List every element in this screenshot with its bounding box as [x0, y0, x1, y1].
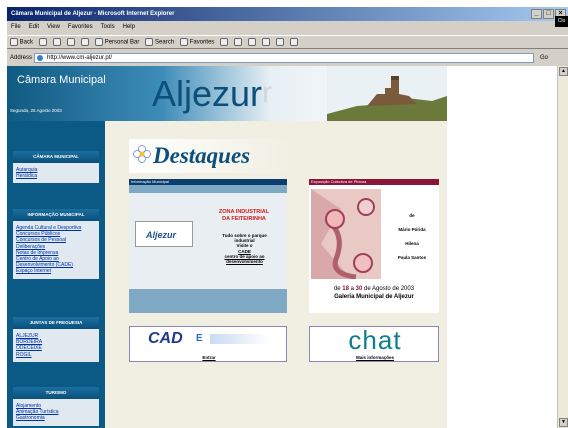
- brand-ghost-text: r: [262, 76, 272, 109]
- tooltip-close-button[interactable]: Clo: [555, 16, 568, 27]
- menu-edit[interactable]: Edit: [29, 22, 39, 33]
- favorites-icon: [180, 38, 189, 46]
- toolbar: Back Personal Bar Search Favorites: [7, 35, 568, 49]
- address-bar: Address http://www.cm-aljezur.pt/ Go: [7, 51, 568, 65]
- sidebar-section-juntas: JUNTAS DE FREGUESIA ALJEZUR BORDEIRA ODE…: [13, 317, 99, 362]
- expo-card-header: Exposição Colectiva de Pintura: [309, 179, 439, 185]
- sidebar-section-informacao: INFORMAÇÃO MUNICIPAL Agenda Cultural e D…: [13, 209, 99, 279]
- cade-logo: CAD: [148, 330, 183, 347]
- entrar-link[interactable]: Entrar: [130, 355, 288, 360]
- destaques-banner: Destaques: [129, 139, 291, 173]
- expo-card[interactable]: Exposição Colectiva de Pintura de Mário …: [309, 179, 439, 313]
- municipality-title: Câmara Municipal: [17, 74, 106, 86]
- history-icon[interactable]: [220, 38, 229, 46]
- window-title: Câmara Municipal de Aljezur - Microsoft …: [11, 11, 175, 17]
- sidebar-section-title: INFORMAÇÃO MUNICIPAL: [13, 209, 99, 221]
- vertical-scrollbar[interactable]: ▲ ▼: [557, 66, 568, 428]
- maximize-button[interactable]: □: [543, 9, 554, 19]
- sidebar-section-title: CÂMARA MUNICIPAL: [13, 151, 99, 163]
- mail-icon[interactable]: [234, 38, 243, 46]
- cade-card[interactable]: CAD E Entrar: [129, 326, 287, 362]
- flower-icon: [133, 145, 151, 163]
- home-icon[interactable]: [81, 38, 90, 46]
- sidebar-section-title: JUNTAS DE FREGUESIA: [13, 317, 99, 329]
- menu-help[interactable]: Help: [123, 22, 135, 33]
- expo-gallery: Galeria Municipal de Aljezur: [334, 294, 414, 300]
- info-card[interactable]: Informação Municipal Aljezur ZONA INDUST…: [129, 179, 287, 313]
- aljezur-logo: Aljezur: [135, 221, 193, 247]
- stop-icon[interactable]: [53, 38, 62, 46]
- mais-informacoes-link[interactable]: Mais informações: [310, 355, 440, 360]
- chat-logo: chat: [348, 325, 402, 355]
- zona-industrial-title: ZONA INDUSTRIAL DA FEITEIRINHA: [218, 209, 270, 222]
- chat-card[interactable]: chat Mais informações: [309, 325, 440, 362]
- menu-tools[interactable]: Tools: [101, 22, 115, 33]
- header-date: Segunda, 25 Agosto 2003: [10, 108, 62, 113]
- address-input[interactable]: http://www.cm-aljezur.pt/: [34, 53, 534, 63]
- back-arrow-icon: [10, 38, 18, 46]
- search-icon: [145, 38, 154, 46]
- sidebar-link-cade[interactable]: Centro de Apoio ao Desenvolvimento (CADE…: [16, 256, 96, 268]
- artist-names: de Mário Pórida Hilena Paula Santos: [397, 213, 427, 260]
- search-button[interactable]: Search: [145, 38, 174, 46]
- page-viewport: Câmara Municipal Segunda, 25 Agosto 2003…: [7, 66, 557, 428]
- painting-image: [311, 189, 381, 279]
- menu-favorites[interactable]: Favorites: [68, 22, 93, 33]
- site-header: Câmara Municipal Segunda, 25 Agosto 2003…: [7, 66, 447, 121]
- menu-view[interactable]: View: [47, 22, 60, 33]
- browser-window: Câmara Municipal de Aljezur - Microsoft …: [7, 7, 568, 428]
- minimize-button[interactable]: _: [531, 9, 542, 19]
- edit-icon[interactable]: [262, 38, 271, 46]
- sidebar-link-espaco-internet[interactable]: Espaço Internet: [16, 268, 96, 274]
- scroll-down-icon[interactable]: ▼: [559, 418, 568, 427]
- cade-logo-fade: [210, 334, 270, 344]
- main-content: Destaques Informação Municipal Aljezur Z…: [115, 138, 440, 428]
- logo-text: Aljezur: [146, 230, 177, 240]
- sidebar-link-heraldica[interactable]: Heráldica: [16, 173, 96, 179]
- sidebar-section-title: TURISMO: [13, 387, 99, 399]
- sidebar-section-camara: CÂMARA MUNICIPAL Autarquia Heráldica: [13, 151, 99, 184]
- personal-bar-button[interactable]: Personal Bar: [95, 38, 139, 46]
- refresh-icon[interactable]: [67, 38, 76, 46]
- site-page: Câmara Municipal Segunda, 25 Agosto 2003…: [7, 66, 447, 428]
- go-button[interactable]: Go: [540, 55, 548, 61]
- info-card-text: Tudo sobre o parque industrial Visite o …: [207, 233, 282, 264]
- destaques-title: Destaques: [153, 143, 251, 168]
- forward-arrow-icon[interactable]: [39, 38, 48, 46]
- expo-dates: de 18 a 30 de Agosto de 2003: [333, 286, 415, 292]
- menu-file[interactable]: File: [11, 22, 21, 33]
- info-card-header: Informação Municipal: [129, 179, 287, 185]
- favorites-button[interactable]: Favorites: [180, 38, 214, 46]
- scroll-up-icon[interactable]: ▲: [559, 67, 568, 76]
- address-label: Address: [10, 55, 33, 61]
- sidebar-link-rogil[interactable]: ROGIL: [16, 352, 96, 358]
- info-card-body: Aljezur ZONA INDUSTRIAL DA FEITEIRINHA T…: [129, 193, 287, 289]
- discuss-icon[interactable]: [276, 38, 285, 46]
- back-button[interactable]: Back: [10, 38, 33, 46]
- title-bar: Câmara Municipal de Aljezur - Microsoft …: [7, 7, 568, 21]
- sidebar: CÂMARA MUNICIPAL Autarquia Heráldica INF…: [7, 121, 105, 428]
- sidebar-section-turismo: TURISMO Alojamento Animação Turística Ga…: [13, 387, 99, 426]
- personal-bar-icon: [95, 38, 104, 46]
- messenger-icon[interactable]: [290, 38, 299, 46]
- castle-image: [327, 66, 447, 121]
- print-icon[interactable]: [248, 38, 257, 46]
- sidebar-link-gastronomia[interactable]: Gastronomia: [16, 415, 96, 421]
- cade-logo-e: E: [196, 333, 203, 344]
- menu-bar: File Edit View Favorites Tools Help: [7, 22, 135, 33]
- brand-logo: Aljezur: [152, 73, 263, 114]
